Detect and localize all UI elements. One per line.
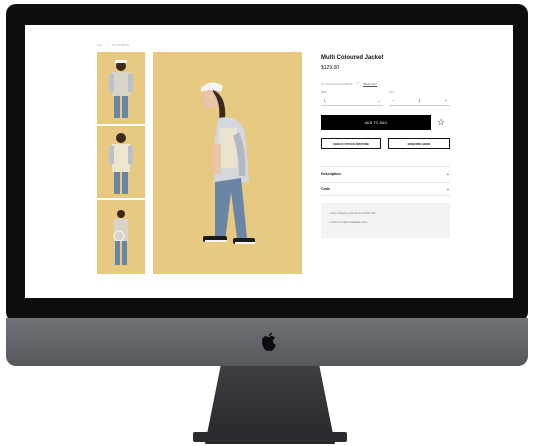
accordion-label: Description: [321, 171, 341, 176]
product-price: $129.00: [321, 65, 340, 71]
model-photo: [201, 82, 255, 244]
afterpay-link[interactable]: What's this?: [363, 83, 377, 86]
afterpay-info: Or 4 payments from $32.25 ♡ What's this?: [321, 81, 377, 87]
breadcrumb-clothing[interactable]: CLOTHING: [112, 43, 129, 47]
size-value: L: [324, 98, 326, 103]
qty-stepper[interactable]: − 1 +: [389, 96, 450, 106]
chevron-down-icon: ⌄: [445, 186, 450, 192]
monitor-stand-base: [193, 432, 347, 442]
breadcrumb-separator: /: [107, 43, 109, 47]
shipping-info-line: • Free shipping and returns within NZ.: [329, 211, 376, 215]
star-icon[interactable]: ☆: [437, 117, 445, 127]
qty-minus-button[interactable]: −: [392, 99, 394, 103]
check-stock-button[interactable]: CHECK STOCK INSTORE: [321, 138, 381, 149]
size-label: SIZE: [321, 91, 327, 94]
accordion-label: Code: [321, 187, 330, 191]
model-photo: [109, 60, 133, 118]
qty-label: QTY: [389, 91, 394, 94]
accordion-code[interactable]: Code ⌄: [321, 182, 450, 196]
breadcrumb-all[interactable]: ALL: [97, 43, 103, 47]
product-title: Multi Coloured Jacket: [321, 55, 384, 61]
product-thumbnail-3[interactable]: [97, 200, 145, 274]
chevron-down-icon: ⌄: [377, 98, 380, 103]
chevron-down-icon: ⌄: [445, 170, 450, 177]
model-photo: [109, 133, 133, 194]
shipping-info-box: • Free shipping and returns within NZ. •…: [321, 203, 450, 238]
afterpay-text: Or 4 payments from $32.25: [321, 82, 353, 86]
breadcrumb: ALL / CLOTHING: [97, 43, 132, 47]
product-thumbnail-2[interactable]: [97, 126, 145, 198]
product-main-image[interactable]: [153, 52, 302, 274]
afterpay-icon: ♡: [355, 81, 361, 87]
shipping-info-line: • Click & Collect Available Now.: [329, 220, 368, 224]
accordion-description[interactable]: Description ⌄: [321, 166, 450, 180]
apple-logo: [262, 332, 276, 351]
qty-value: 1: [418, 98, 421, 103]
screen: ALL / CLOTHING Multi Coloured Jacket $12…: [25, 25, 513, 298]
add-to-bag-button[interactable]: ADD TO BAG: [321, 115, 431, 130]
qty-plus-button[interactable]: +: [445, 99, 447, 103]
enquire-button[interactable]: ENQUIRE HERE: [388, 138, 450, 149]
model-photo: [113, 210, 128, 265]
product-thumbnail-1[interactable]: [97, 52, 145, 124]
size-select[interactable]: L ⌄: [321, 96, 383, 106]
